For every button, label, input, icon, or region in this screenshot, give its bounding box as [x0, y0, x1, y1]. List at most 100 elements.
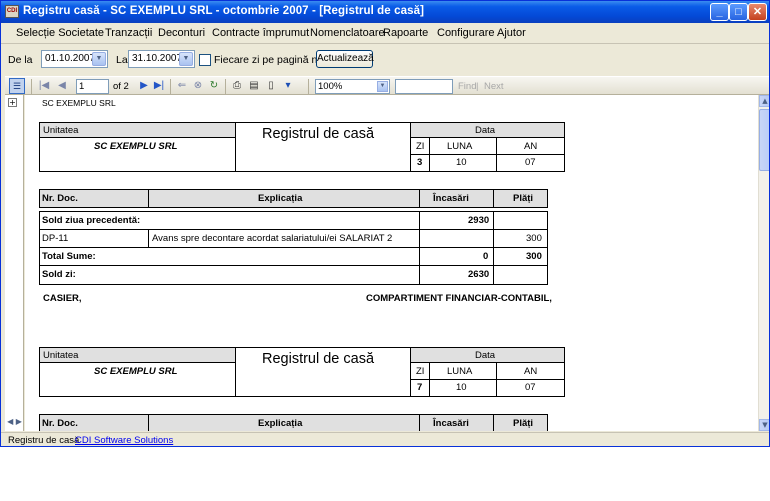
report-viewer: SC EXEMPLU SRL Unitatea SC EXEMPLU SRL R… [25, 95, 758, 431]
row-explicatia: Avans spre decontare acordat salariatulu… [152, 233, 393, 244]
refresh-icon[interactable]: ↻ [207, 79, 221, 93]
title-bar[interactable]: CDI Registru casă - SC EXEMPLU SRL - oct… [1, 1, 769, 23]
find-separator: | [476, 81, 479, 92]
unit-label-2: Unitatea [43, 350, 79, 361]
page-number-input[interactable]: 1 [76, 79, 109, 94]
new-page-per-day-checkbox[interactable] [199, 54, 211, 66]
menu-tranzactii[interactable]: Tranzacții [105, 27, 152, 39]
menu-selectie-societate[interactable]: Selecție Societate [16, 27, 104, 39]
status-link[interactable]: CDI Software Solutions [75, 435, 173, 446]
toolbar-separator [225, 79, 226, 94]
unit-label: Unitatea [43, 125, 79, 136]
header-explicatia: Explicația [258, 193, 303, 204]
date-box-2: Data ZI LUNA AN 7 10 07 [410, 347, 565, 397]
sold-precedenta-label: Sold ziua precedentă: [42, 215, 141, 226]
col-an-2: AN [524, 366, 538, 377]
day1-zi: 3 [417, 157, 423, 168]
app-window: CDI Registru casă - SC EXEMPLU SRL - oct… [0, 0, 770, 447]
page-count: of 2 [113, 81, 129, 92]
report-company: SC EXEMPLU SRL [42, 98, 116, 108]
close-button[interactable]: ✕ [748, 3, 767, 21]
row-doc: DP-11 [42, 233, 69, 244]
row-plati: 300 [526, 233, 542, 244]
toggle-tree-icon[interactable]: ☰ [9, 78, 25, 94]
app-icon: CDI [5, 5, 19, 18]
menu-ajutor[interactable]: Ajutor [497, 27, 526, 39]
date-box: Data ZI LUNA AN 3 10 07 [410, 122, 565, 172]
maximize-button[interactable]: □ [729, 3, 748, 21]
day2-zi: 7 [417, 382, 423, 393]
unit-value-2: SC EXEMPLU SRL [94, 366, 178, 377]
scroll-down-icon[interactable]: ▼ [759, 419, 769, 431]
horizontal-scroll-icon[interactable]: ◀ ▶ [5, 417, 24, 429]
from-date-value: 01.10.2007 [45, 53, 96, 64]
print-icon[interactable]: ⎙ [230, 79, 244, 93]
zoom-select[interactable]: 100% ▼ [315, 79, 390, 94]
col-zi: ZI [416, 141, 425, 152]
next-page-icon[interactable]: ▶ [137, 79, 151, 93]
zoom-value: 100% [318, 81, 343, 92]
total-incasari: 0 [483, 251, 489, 262]
document-map-panel: + ◀ ▶ [5, 95, 24, 431]
title-box-2: Registrul de casă [235, 347, 411, 397]
title-box: Registrul de casă [235, 122, 411, 172]
header-plati: Plăți [513, 193, 534, 204]
chevron-down-icon[interactable]: ▼ [92, 52, 106, 66]
total-plati: 300 [526, 251, 542, 262]
sold-zi-value: 2630 [468, 269, 490, 280]
from-date-picker[interactable]: 01.10.2007 ▼ [41, 50, 108, 68]
expand-icon[interactable]: + [8, 98, 17, 107]
window-title: Registru casă - SC EXEMPLU SRL - octombr… [23, 5, 424, 17]
menu-configurare[interactable]: Configurare [437, 27, 494, 39]
scroll-thumb[interactable] [759, 109, 769, 171]
date-label-2: Data [475, 350, 496, 361]
scroll-up-icon[interactable]: ▲ [759, 95, 769, 107]
signature-compartiment: COMPARTIMENT FINANCIAR-CONTABIL, [366, 293, 552, 304]
day2-luna: 10 [456, 382, 467, 393]
table-header-row-2: Nr. Doc. Explicația Încasări Plăți [39, 414, 548, 431]
minimize-button[interactable]: _ [710, 3, 729, 21]
menu-nomenclatoare[interactable]: Nomenclatoare [310, 27, 385, 39]
find-input[interactable] [395, 79, 453, 94]
menu-deconturi[interactable]: Deconturi [158, 27, 205, 39]
first-page-icon[interactable]: |◀ [37, 79, 51, 93]
toolbar-separator [31, 79, 32, 94]
back-icon[interactable]: ⇐ [175, 79, 189, 93]
report-toolbar: ☰ |◀ ◀ 1 of 2 ▶ ▶| ⇐ ⊗ ↻ ⎙ ▤ ▯ ▾ 100% ▼ … [5, 76, 769, 95]
print-layout-icon[interactable]: ▤ [247, 79, 261, 93]
chevron-down-icon[interactable]: ▼ [179, 52, 193, 66]
stop-icon[interactable]: ⊗ [191, 79, 205, 93]
sold-precedenta-value: 2930 [468, 215, 490, 226]
status-bar: Registru de casă CDI Software Solutions [1, 432, 769, 446]
header-explicatia-2: Explicația [258, 418, 303, 429]
previous-page-icon[interactable]: ◀ [55, 79, 69, 93]
export-icon[interactable]: ▾ [281, 79, 295, 93]
find-link[interactable]: Find [458, 81, 476, 92]
unit-value: SC EXEMPLU SRL [94, 141, 178, 152]
page-setup-icon[interactable]: ▯ [264, 79, 278, 93]
maximize-icon: □ [735, 6, 742, 18]
menu-bar: Selecție Societate Tranzacții Deconturi … [1, 23, 769, 44]
close-icon: ✕ [752, 6, 763, 18]
header-nr-doc-2: Nr. Doc. [42, 418, 78, 429]
day1-luna: 10 [456, 157, 467, 168]
unit-box: Unitatea SC EXEMPLU SRL [39, 122, 236, 172]
unit-box-2: Unitatea SC EXEMPLU SRL [39, 347, 236, 397]
to-date-value: 31.10.2007 [132, 53, 183, 64]
vertical-scrollbar[interactable]: ▲ ▼ [758, 95, 769, 431]
to-date-picker[interactable]: 31.10.2007 ▼ [128, 50, 195, 68]
col-zi-2: ZI [416, 366, 425, 377]
day1-an: 07 [525, 157, 536, 168]
total-label: Total Sume: [42, 251, 96, 262]
col-luna-2: LUNA [447, 366, 473, 377]
col-an: AN [524, 141, 538, 152]
chevron-down-icon[interactable]: ▼ [377, 81, 388, 92]
refresh-button[interactable]: Actualizează [316, 50, 374, 68]
sold-zi-label: Sold zi: [42, 269, 76, 280]
find-next-link[interactable]: Next [484, 81, 504, 92]
last-page-icon[interactable]: ▶| [152, 79, 166, 93]
report-title-2: Registrul de casă [262, 351, 375, 367]
menu-contracte-imprumut[interactable]: Contracte împrumut [212, 27, 309, 39]
menu-rapoarte[interactable]: Rapoarte [383, 27, 428, 39]
from-label: De la [8, 54, 33, 66]
